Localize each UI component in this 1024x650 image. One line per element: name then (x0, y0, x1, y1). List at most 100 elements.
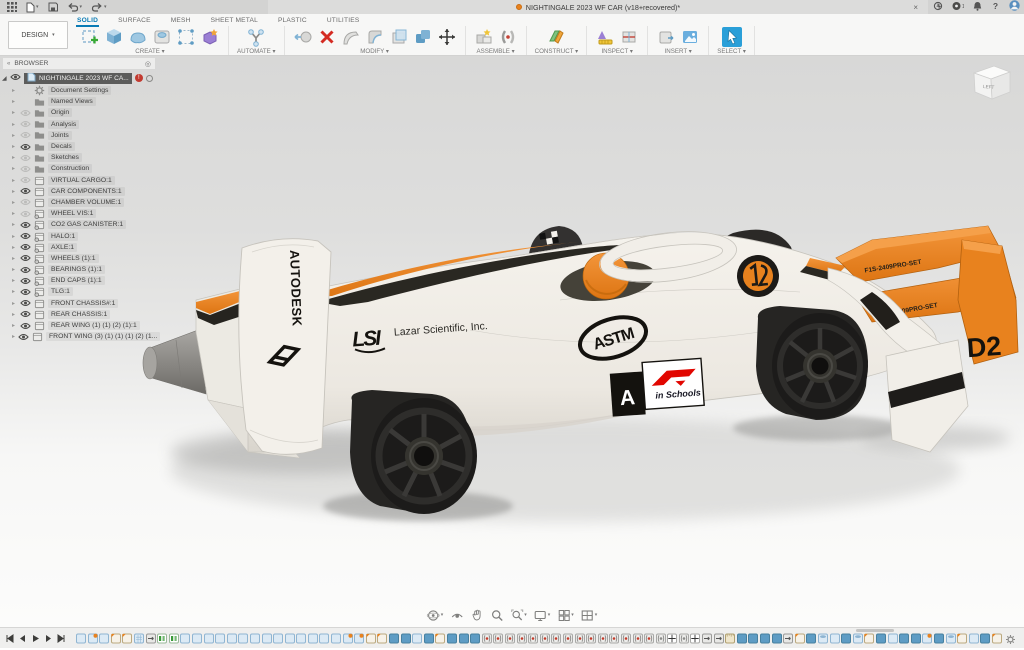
collapse-panel-icon[interactable]: « (7, 61, 10, 67)
timeline-feature-blue-58[interactable] (748, 633, 758, 644)
browser-item-wheel-vis-1[interactable]: ▸WHEEL VIS:1 (2, 208, 156, 219)
timeline-feature-cyl-67[interactable] (853, 633, 863, 644)
shell-icon[interactable] (365, 27, 385, 47)
timeline-feature-blue-63[interactable] (806, 633, 816, 644)
viewport-canvas[interactable]: LSI Lazar Scientific, Inc. ASTM A in Sch… (0, 55, 1024, 628)
viewports-icon[interactable]: ▾ (581, 609, 598, 622)
timeline-feature-arrow-61[interactable] (783, 633, 793, 644)
timeline-feature-joint-38[interactable] (517, 633, 527, 644)
expander-icon[interactable]: ▸ (12, 199, 17, 206)
timeline-feature-joint-35[interactable] (482, 633, 492, 644)
timeline-feature-blue-60[interactable] (772, 633, 782, 644)
timeline-feature-doc-77[interactable] (969, 633, 979, 644)
expander-icon[interactable]: ▸ (12, 221, 17, 228)
construct-plane-icon[interactable] (546, 27, 566, 47)
timeline-feature-cyl-75[interactable] (946, 633, 956, 644)
browser-item-front-chassis-1[interactable]: ▸FRONT CHASSIS#:1 (2, 298, 156, 309)
visibility-eye-icon[interactable] (20, 131, 31, 139)
timeline-feature-doc-19[interactable] (296, 633, 306, 644)
press-pull-icon[interactable] (293, 27, 313, 47)
extrude-icon[interactable] (104, 27, 124, 47)
hole-icon[interactable] (152, 27, 172, 47)
visibility-eye-icon[interactable] (20, 221, 31, 229)
timeline-feature-doc-20[interactable] (308, 633, 318, 644)
timeline-feature-blue-72[interactable] (911, 633, 921, 644)
file-icon[interactable]: ▾ (26, 2, 39, 13)
delete-icon[interactable] (317, 27, 337, 47)
timeline-feature-joint-36[interactable] (493, 633, 503, 644)
visibility-eye-icon[interactable] (20, 299, 31, 307)
expander-icon[interactable]: ▸ (12, 311, 17, 318)
timeline-feature-jointG-52[interactable] (679, 633, 689, 644)
timeline-feature-sketch-76[interactable] (957, 633, 967, 644)
browser-item-tlg-1[interactable]: ▸TLG:1 (2, 286, 156, 297)
timeline-feature-jointG-50[interactable] (656, 633, 666, 644)
browser-item-axle-1[interactable]: ▸AXLE:1 (2, 242, 156, 253)
form-icon[interactable] (128, 27, 148, 47)
timeline-feature-move-51[interactable] (667, 633, 677, 644)
timeline-feature-blue-59[interactable] (760, 633, 770, 644)
browser-item-sketches[interactable]: ▸Sketches (2, 152, 156, 163)
visibility-eye-icon[interactable] (18, 333, 29, 341)
expander-icon[interactable]: ▸ (12, 322, 17, 329)
browser-item-analysis[interactable]: ▸Analysis (2, 119, 156, 130)
timeline-feature-blue-27[interactable] (389, 633, 399, 644)
timeline-feature-blue-69[interactable] (876, 633, 886, 644)
timeline-feature-doc-65[interactable] (830, 633, 840, 644)
fit-icon[interactable]: ▾ (510, 609, 527, 622)
select-icon[interactable] (720, 25, 744, 49)
timeline-feature-doc-13[interactable] (227, 633, 237, 644)
app-grid-icon[interactable] (7, 2, 17, 12)
expander-icon[interactable]: ▸ (12, 109, 17, 116)
timeline-settings-gear-icon[interactable] (1005, 632, 1016, 650)
visibility-eye-icon[interactable] (20, 143, 31, 151)
timeline-scrollbar[interactable] (856, 629, 894, 632)
timeline-feature-arrow-54[interactable] (702, 633, 712, 644)
timeline-feature-cal-5[interactable] (134, 633, 144, 644)
section-analysis-icon[interactable] (619, 27, 639, 47)
timeline-feature-joint-43[interactable] (575, 633, 585, 644)
browser-item-virtual-cargo-1[interactable]: ▸VIRTUAL CARGO:1 (2, 175, 156, 186)
timeline-feature-doc-10[interactable] (192, 633, 202, 644)
fillet-icon[interactable] (341, 27, 361, 47)
browser-item-chamber-volume-1[interactable]: ▸CHAMBER VOLUME:1 (2, 197, 156, 208)
timeline-feature-green-8[interactable] (169, 633, 179, 644)
timeline-feature-ruler-56[interactable] (725, 633, 735, 644)
expander-icon[interactable]: ▸ (12, 333, 15, 340)
visibility-eye-icon[interactable] (20, 165, 31, 173)
timeline-feature-sketch-3[interactable] (111, 633, 121, 644)
timeline-feature-joint-37[interactable] (505, 633, 515, 644)
group-label[interactable]: CREATE ▾ (135, 48, 164, 55)
browser-item-front-wing-3-1-1-1-2-1[interactable]: ▸FRONT WING (3) (1) (1) (1) (2) (1... (2, 331, 156, 342)
expander-icon[interactable]: ▸ (12, 266, 17, 273)
timeline-feature-joint-45[interactable] (598, 633, 608, 644)
browser-header[interactable]: « BROWSER ◎ (2, 57, 156, 70)
visibility-eye-icon[interactable] (20, 277, 31, 285)
browser-settings-icon[interactable]: ◎ (145, 60, 151, 68)
expander-icon[interactable]: ▸ (12, 165, 17, 172)
expander-icon[interactable]: ▸ (12, 98, 17, 105)
insert-derive-icon[interactable] (656, 27, 676, 47)
browser-root-row[interactable]: ◢ NIGHTINGALE 2023 WF CA... ! (2, 72, 156, 84)
browser-item-decals[interactable]: ▸Decals (2, 141, 156, 152)
timeline-feature-joint-47[interactable] (621, 633, 631, 644)
timeline-feature-joint-46[interactable] (609, 633, 619, 644)
workspace-switcher[interactable]: DESIGN ▾ (8, 21, 68, 49)
expander-icon[interactable]: ▸ (12, 154, 17, 161)
group-label[interactable]: SELECT ▾ (717, 48, 746, 55)
visibility-eye-icon[interactable] (20, 243, 31, 251)
timeline-feature-docO-23[interactable] (343, 633, 353, 644)
timeline-feature-blue-32[interactable] (447, 633, 457, 644)
timeline-feature-doc-15[interactable] (250, 633, 260, 644)
expander-icon[interactable]: ▸ (12, 288, 17, 295)
look-at-icon[interactable] (450, 609, 463, 622)
timeline-feature-blue-66[interactable] (841, 633, 851, 644)
timeline-feature-sketch-25[interactable] (366, 633, 376, 644)
timeline-feature-doc-18[interactable] (285, 633, 295, 644)
timeline-feature-sketch-79[interactable] (992, 633, 1002, 644)
expander-icon[interactable]: ▸ (12, 143, 17, 150)
timeline-feature-blue-71[interactable] (899, 633, 909, 644)
visibility-eye-icon[interactable] (20, 288, 31, 296)
expander-icon[interactable]: ◢ (2, 75, 7, 82)
timeline-feature-blue-28[interactable] (401, 633, 411, 644)
